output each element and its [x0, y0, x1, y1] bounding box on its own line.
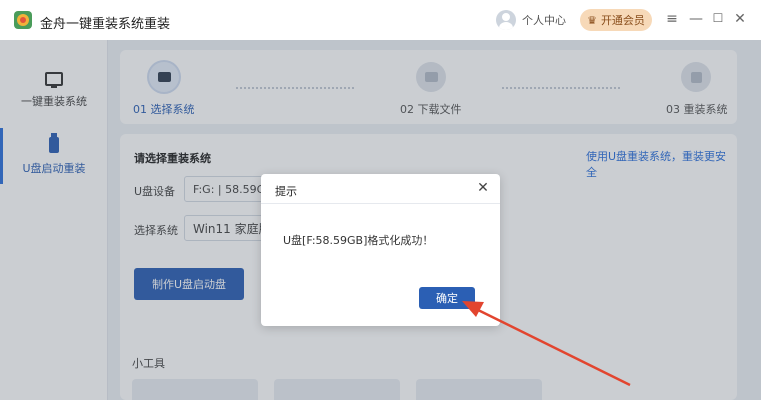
minimize-icon[interactable]: — [688, 11, 704, 27]
dialog-header: 提示 ✕ [261, 174, 500, 204]
thumbs-up-icon: ♛ [587, 13, 597, 27]
user-center-label: 个人中心 [522, 14, 566, 27]
vip-button[interactable]: ♛ 开通会员 [580, 9, 652, 31]
user-center-button[interactable]: 个人中心 [496, 10, 566, 30]
app-title: 金舟一键重装系统重装 [40, 17, 171, 32]
app-logo-icon [14, 11, 32, 29]
dialog-message: U盘[F:58.59GB]格式化成功！ [283, 234, 434, 247]
prompt-dialog: 提示 ✕ U盘[F:58.59GB]格式化成功！ 确定 [261, 174, 500, 326]
maximize-icon[interactable]: ☐ [710, 11, 726, 25]
dialog-title: 提示 [275, 185, 297, 198]
menu-icon[interactable]: ≡ [664, 11, 680, 27]
close-icon[interactable]: ✕ [475, 180, 491, 196]
avatar-icon [496, 10, 516, 30]
title-bar: 金舟一键重装系统重装 个人中心 ♛ 开通会员 ≡ — ☐ ✕ [0, 0, 761, 40]
confirm-button[interactable]: 确定 [419, 287, 475, 309]
vip-label: 开通会员 [600, 14, 645, 27]
close-window-icon[interactable]: ✕ [732, 11, 748, 27]
